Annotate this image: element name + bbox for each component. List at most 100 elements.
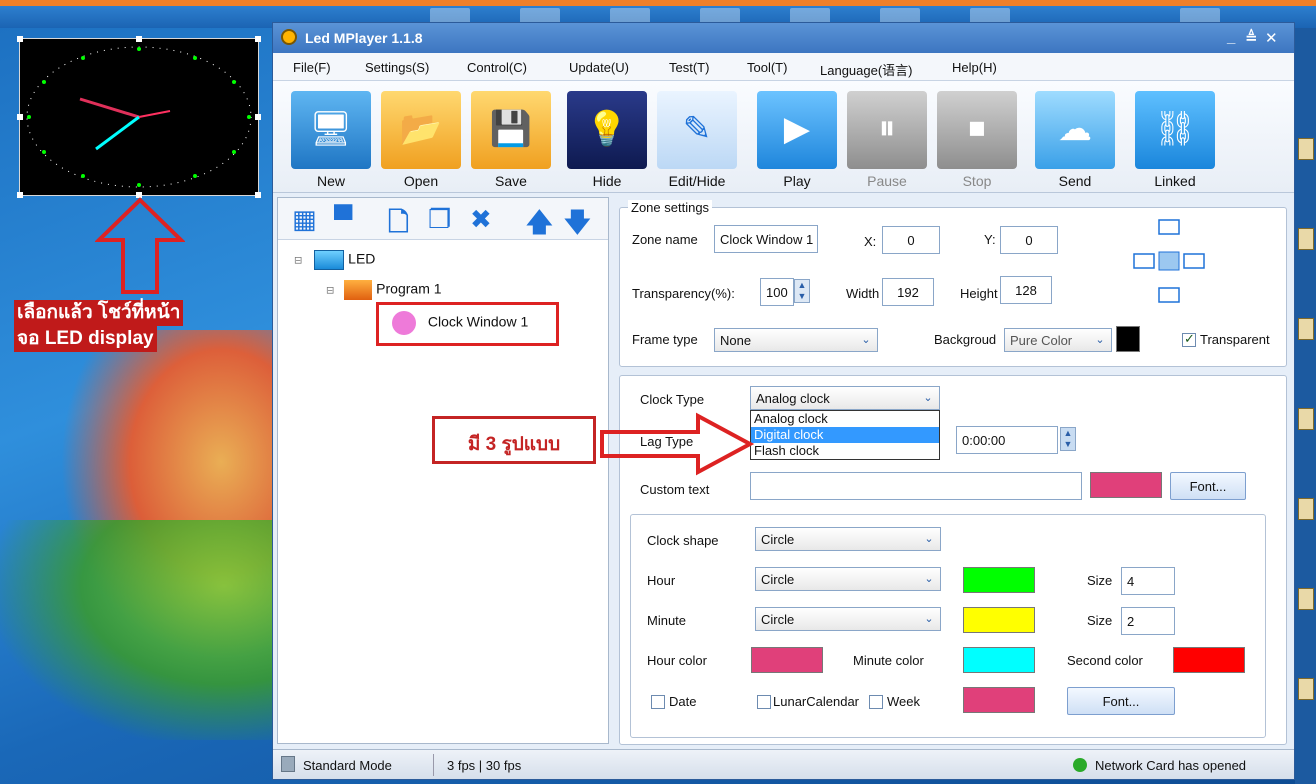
tree-toolbar: ▦ ▀ 🗋 ❐ ✖ 🡅 🡇 [278,198,608,240]
week-label: Week [887,694,920,709]
film-icon[interactable]: ▦ [292,204,317,235]
play-icon: ▶ [757,91,837,169]
custom-text-input[interactable] [750,472,1082,500]
network-status-icon [1073,758,1087,772]
add-page-icon[interactable]: 🗋 [388,204,409,248]
date-checkbox[interactable] [651,695,665,709]
minute-size-input[interactable]: 2 [1121,607,1175,635]
mode-icon [281,756,295,772]
delete-icon[interactable]: ✖ [470,204,492,235]
move-down-icon[interactable]: 🡇 [564,204,591,248]
lag-time-spinner[interactable]: ▲ ▼ [1060,427,1076,451]
send-button[interactable]: ☁ Send [1033,87,1117,191]
second-hand-color-swatch[interactable] [1173,647,1245,673]
minute-shape-select[interactable]: Circle ⌄ [755,607,941,631]
lag-time-input[interactable]: 0:00:00 [956,426,1058,454]
menu-file[interactable]: File(F) [293,60,331,75]
background-color-swatch[interactable] [1116,326,1140,352]
stop-button[interactable]: ⏹ Stop [935,87,1019,191]
custom-text-font-button[interactable]: Font... [1170,472,1246,500]
width-input[interactable]: 192 [882,278,934,306]
tree-node-clock-window[interactable]: Clock Window 1 [392,311,528,335]
copy-icon[interactable]: ❐ [428,204,451,235]
custom-text-color-swatch[interactable] [1090,472,1162,498]
date-color-swatch[interactable] [963,687,1035,713]
menu-language[interactable]: Language(语言) [820,60,913,79]
zone-name-input[interactable]: Clock Window 1 [714,225,818,253]
hour-marker-color-swatch[interactable] [963,567,1035,593]
folder-icon: 📂 [381,91,461,169]
transparency-spinner[interactable]: ▲ ▼ [794,279,810,303]
zone-name-label: Zone name [632,232,698,247]
pause-button[interactable]: ⏸ Pause [845,87,929,191]
restore-icon[interactable]: ≜ [1245,29,1258,47]
menu-settings[interactable]: Settings(S) [365,60,429,75]
hour-shape-select[interactable]: Circle ⌄ [755,567,941,591]
date-label: Date [669,694,697,709]
menu-test[interactable]: Test(T) [669,60,709,75]
close-icon[interactable]: ✕ [1265,29,1278,47]
x-input[interactable]: 0 [882,226,940,254]
edit-hide-button[interactable]: ✎ Edit/Hide [655,87,739,191]
week-checkbox[interactable] [869,695,883,709]
minute-hand-color-swatch[interactable] [963,647,1035,673]
tree-node-led[interactable]: ⊟ LED [294,250,375,270]
link-icon: ⛓ [1135,91,1215,169]
minimize-icon[interactable]: _ [1227,29,1235,46]
menu-bar: File(F) Settings(S) Control(C) Update(U)… [273,53,1294,81]
clock-type-option[interactable]: Flash clock [751,443,939,459]
clock-type-option[interactable]: Analog clock [751,411,939,427]
linked-button[interactable]: ⛓ Linked [1133,87,1217,191]
lunar-calendar-checkbox[interactable] [757,695,771,709]
lightbulb-icon: 💡 [567,91,647,169]
clock-type-select[interactable]: Analog clock ⌄ [750,386,940,410]
pause-icon: ⏸ [847,91,927,169]
program-clapper-icon [344,280,373,300]
hour-hand-color-swatch[interactable] [751,647,823,673]
menu-control[interactable]: Control(C) [467,60,527,75]
x-label: X: [864,234,877,249]
y-input[interactable]: 0 [1000,226,1058,254]
menu-tool[interactable]: Tool(T) [747,60,787,75]
led-clock-preview[interactable] [17,36,261,198]
second-color-label: Second color [1067,653,1143,668]
up-arrow-annotation-icon [95,197,185,294]
alignment-grid-icon[interactable] [1132,218,1206,304]
date-font-button[interactable]: Font... [1067,687,1175,715]
minute-color-label: Minute color [853,653,924,668]
clock-shape-select[interactable]: Circle ⌄ [755,527,941,551]
menu-help[interactable]: Help(H) [952,60,997,75]
frame-type-select[interactable]: None ⌄ [714,328,878,352]
play-button[interactable]: ▶ Play [755,87,839,191]
hour-size-input[interactable]: 4 [1121,567,1175,595]
new-button[interactable]: 🖥 New [289,87,373,191]
transparent-checkbox[interactable]: ✓ [1182,331,1196,347]
open-button[interactable]: 📂 Open [379,87,463,191]
background-select[interactable]: Pure Color ⌄ [1004,328,1112,352]
custom-text-label: Custom text [640,482,710,497]
menu-update[interactable]: Update(U) [569,60,629,75]
save-button[interactable]: 💾 Save [469,87,553,191]
clock-type-option[interactable]: Digital clock [751,427,939,443]
minute-size-label: Size [1087,613,1113,628]
hide-button[interactable]: 💡 Hide [565,87,649,191]
status-bar: Standard Mode 3 fps | 30 fps Network Car… [273,749,1294,779]
clock-type-label: Clock Type [640,392,705,407]
move-up-icon[interactable]: 🡅 [526,204,553,248]
minute-marker-color-swatch[interactable] [963,607,1035,633]
transparency-label: Transparency(%): [632,286,735,301]
tree-node-program[interactable]: ⊟ Program 1 [326,280,442,300]
stop-icon: ⏹ [937,91,1017,169]
desktop-right-icons [1295,28,1316,784]
main-toolbar: 🖥 New 📂 Open 💾 Save 💡 Hide ✎ Edit/Hide ▶… [273,81,1294,193]
hour-color-label: Hour color [647,653,707,668]
program-tree-panel: ▦ ▀ 🗋 ❐ ✖ 🡅 🡇 ⊟ LED ⊟ Program 1 Clock Wi… [277,197,609,744]
frame-type-label: Frame type [632,332,698,347]
hour-label: Hour [647,573,676,588]
led-display-annotation: เลือกแล้ว โชว์ที่หน้า จอ LED display [10,300,260,352]
window-title: Led MPlayer 1.1.8 [305,30,423,46]
transparency-input[interactable]: 100 [760,278,794,306]
app-logo-icon [281,29,297,45]
height-input[interactable]: 128 [1000,276,1052,304]
window-icon[interactable]: ▀ [334,204,352,235]
